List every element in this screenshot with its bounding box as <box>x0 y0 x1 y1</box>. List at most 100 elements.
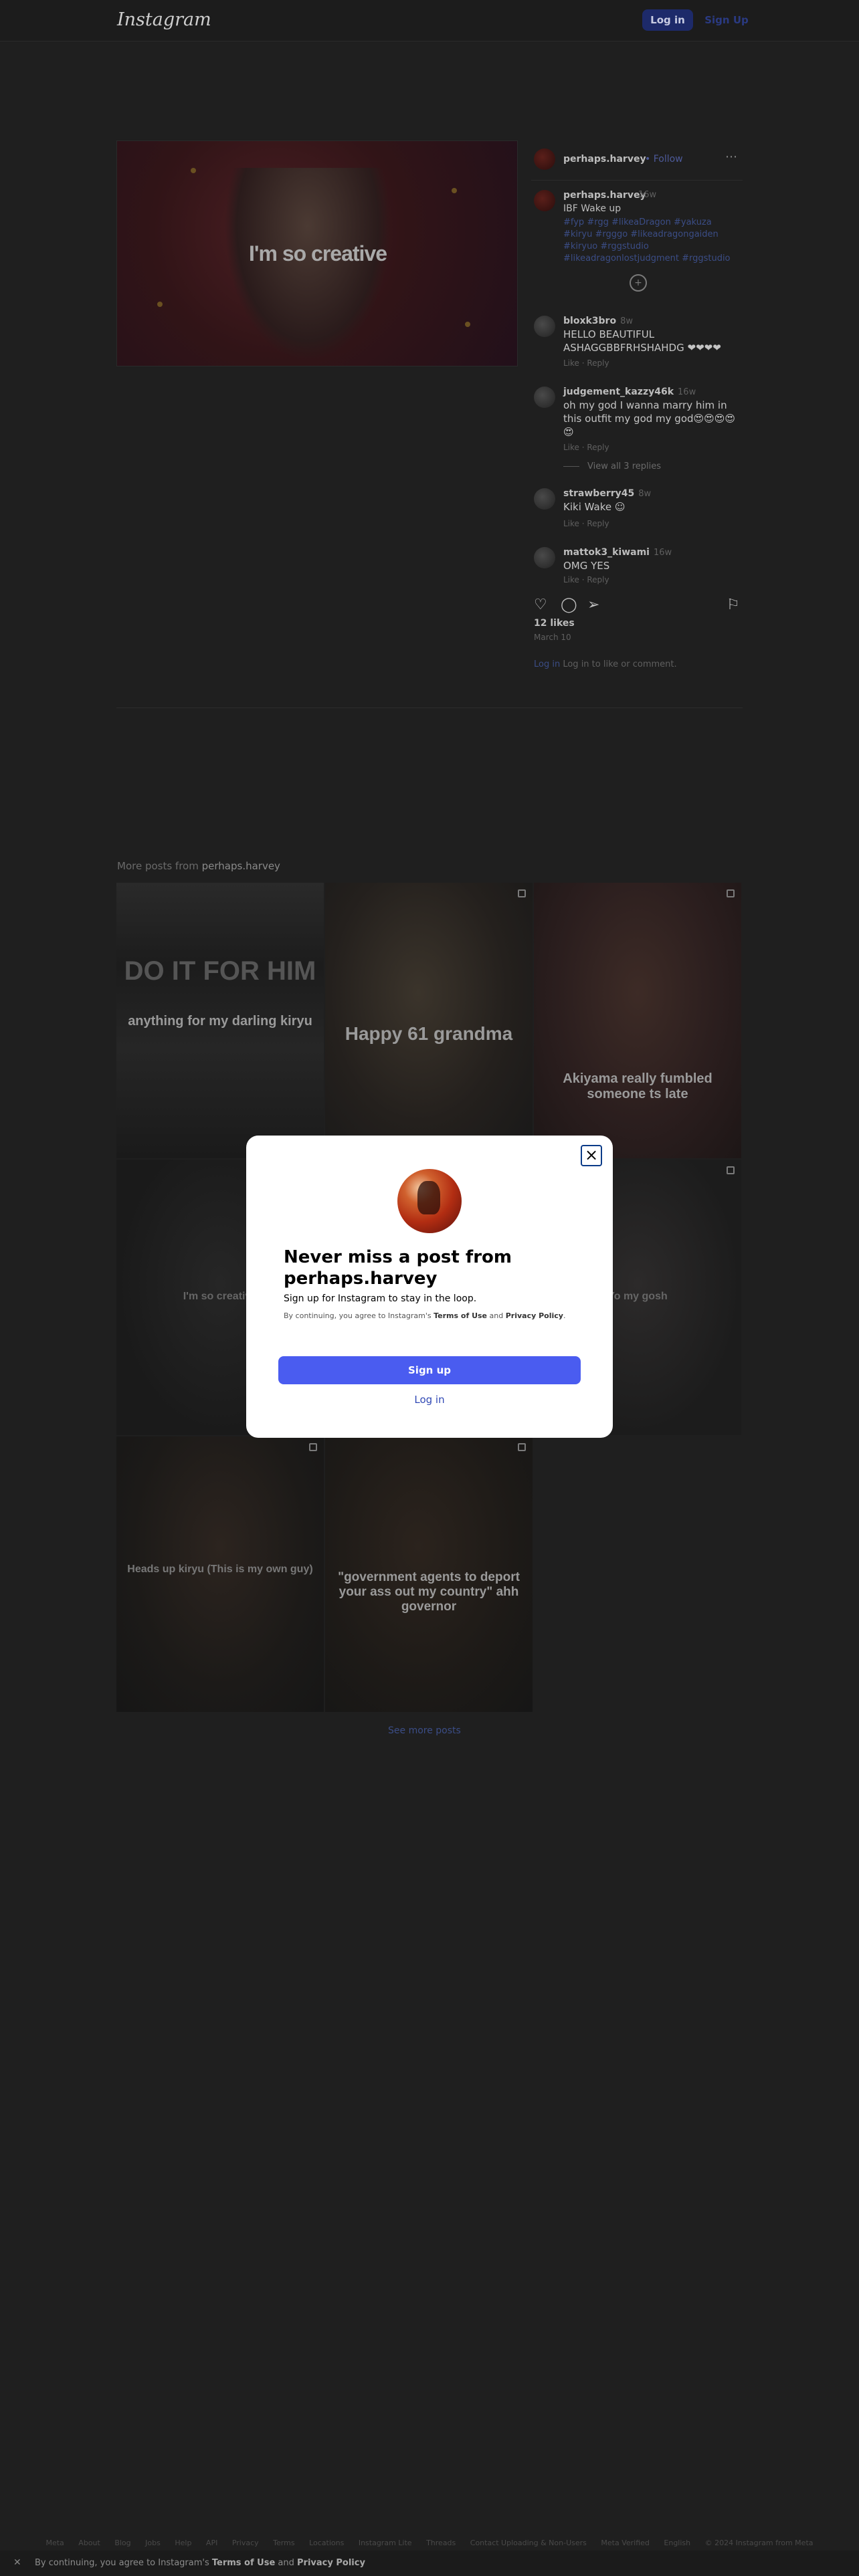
heart-icon[interactable]: ♡ <box>534 597 547 613</box>
close-icon[interactable]: ✕ <box>13 2557 21 2568</box>
share-icon[interactable]: ➢ <box>587 597 599 613</box>
sparkle-decoration <box>157 302 163 307</box>
thumbnail-caption: "government agents to deport your ass ou… <box>338 1570 520 1614</box>
comment-actions[interactable]: Like · Reply <box>563 443 609 452</box>
post-image-caption: I'm so creative <box>248 241 387 265</box>
modal-terms-link[interactable]: Terms of Use <box>434 1311 487 1320</box>
modal-terms: By continuing, you agree to Instagram's … <box>284 1311 566 1320</box>
privacy-link[interactable]: Privacy Policy <box>297 2558 365 2568</box>
commenter-avatar[interactable] <box>534 387 555 408</box>
comment-time: 16w <box>678 387 696 397</box>
footer-link[interactable]: Instagram Lite <box>359 2539 412 2547</box>
footer-link[interactable]: API <box>206 2539 217 2547</box>
post-card: I'm so creative perhaps.harvey • Follow … <box>116 140 743 669</box>
multiple-photos-icon <box>518 1443 526 1451</box>
thumbnail-caption: Heads up kiryu (This is my own guy) <box>127 1564 313 1575</box>
footer-link[interactable]: Terms <box>273 2539 294 2547</box>
load-more-comments-icon[interactable]: + <box>630 274 647 292</box>
follow-label: Follow <box>653 154 683 165</box>
commenter-username[interactable]: strawberry45 8w <box>563 488 651 499</box>
comment-time: 8w <box>638 489 652 499</box>
thumbnail-header-text: DO IT FOR HIM <box>124 956 316 986</box>
multiple-photos-icon <box>518 889 526 897</box>
post-image[interactable]: I'm so creative <box>116 140 518 366</box>
post-header: perhaps.harvey • Follow ⋯ <box>531 140 743 181</box>
post-date: March 10 <box>534 633 571 642</box>
header-login-button[interactable]: Log in <box>642 9 693 31</box>
login-hint-link[interactable]: Log in <box>534 659 560 669</box>
language-selector[interactable]: English <box>664 2539 690 2547</box>
caption-avatar[interactable] <box>534 190 555 211</box>
comment-icon[interactable]: ◯ <box>561 597 577 613</box>
comment-time: 8w <box>620 316 633 326</box>
thumbnail-caption: Happy 61 grandma <box>345 1023 513 1044</box>
header-signup-link[interactable]: Sign Up <box>701 9 752 31</box>
instagram-logo[interactable]: Instagram <box>117 9 211 30</box>
more-horizontal-icon[interactable]: ⋯ <box>725 150 737 164</box>
comment-actions[interactable]: Like · Reply <box>563 575 609 584</box>
comment-text: HELLO BEAUTIFUL ASHAGGBBFRHSHAHDG ❤❤❤❤ <box>563 328 721 354</box>
footer-links: Meta About Blog Jobs Help API Privacy Te… <box>0 2539 859 2547</box>
commenter-username[interactable]: mattok3_kiwami 16w <box>563 547 672 558</box>
comment-time: 16w <box>653 548 672 558</box>
footer-link[interactable]: Help <box>175 2539 191 2547</box>
terms-link[interactable]: Terms of Use <box>212 2558 275 2568</box>
bookmark-icon[interactable]: ⚐ <box>727 597 740 613</box>
multiple-photos-icon <box>727 1166 735 1174</box>
commenter-avatar[interactable] <box>534 316 555 337</box>
top-navigation-bar: Instagram Log in Sign Up <box>0 0 859 41</box>
caption-time: 16w <box>638 190 657 200</box>
post-thumbnail[interactable]: Akiyama really fumbled someone ts late <box>534 883 741 1158</box>
footer-link[interactable]: About <box>78 2539 100 2547</box>
footer-link[interactable]: Meta <box>45 2539 64 2547</box>
comment-text: Kiki Wake ☺ <box>563 501 626 513</box>
footer-link[interactable]: Threads <box>426 2539 456 2547</box>
commenter-username[interactable]: judgement_kazzy46k 16w <box>563 387 696 397</box>
multiple-photos-icon <box>309 1443 317 1451</box>
sparkle-decoration <box>465 322 470 327</box>
footer-link[interactable]: Meta Verified <box>601 2539 650 2547</box>
more-posts-heading: More posts from perhaps.harvey <box>117 860 280 872</box>
comment-text: oh my god I wanna marry him in this outf… <box>563 399 736 438</box>
post-actions: ♡ ◯ ➢ ⚐ <box>531 593 743 619</box>
view-replies-link[interactable]: View all 3 replies <box>563 461 661 471</box>
post-thumbnail[interactable]: Heads up kiryu (This is my own guy) <box>116 1436 324 1712</box>
signup-button[interactable]: Sign up <box>278 1356 581 1384</box>
footer-link[interactable]: Jobs <box>145 2539 161 2547</box>
comment-text: OMG YES <box>563 560 610 572</box>
footer-link[interactable]: Blog <box>114 2539 130 2547</box>
modal-privacy-link[interactable]: Privacy Policy <box>506 1311 563 1320</box>
author-avatar[interactable] <box>534 148 555 170</box>
footer-link[interactable]: Locations <box>309 2539 344 2547</box>
caption-text: IBF Wake up <box>563 203 622 214</box>
comment-actions[interactable]: Like · Reply <box>563 519 609 528</box>
modal-subtitle: Sign up for Instagram to stay in the loo… <box>284 1293 477 1304</box>
footer-link[interactable]: Privacy <box>232 2539 259 2547</box>
comment-actions[interactable]: Like · Reply <box>563 358 609 368</box>
author-username[interactable]: perhaps.harvey <box>563 154 646 165</box>
cookie-text: By continuing, you agree to Instagram's … <box>35 2558 365 2568</box>
more-posts-username[interactable]: perhaps.harvey <box>202 860 280 872</box>
close-icon[interactable]: × <box>581 1145 602 1166</box>
signup-modal: × Never miss a post from perhaps.harvey … <box>246 1136 613 1438</box>
copyright: © 2024 Instagram from Meta <box>704 2539 814 2547</box>
login-hint-text: Log in to like or comment. <box>563 659 677 669</box>
commenter-avatar[interactable] <box>534 488 555 510</box>
login-link[interactable]: Log in <box>246 1394 613 1406</box>
commenter-avatar[interactable] <box>534 547 555 568</box>
footer-link[interactable]: Contact Uploading & Non-Users <box>470 2539 587 2547</box>
post-thumbnail[interactable]: DO IT FOR HIM anything for my darling ki… <box>116 883 324 1158</box>
multiple-photos-icon <box>727 889 735 897</box>
follow-button[interactable]: • Follow <box>645 154 683 165</box>
commenter-username[interactable]: bloxk3bro 8w <box>563 316 633 326</box>
thumbnail-caption: Akiyama really fumbled someone ts late <box>563 1071 712 1101</box>
caption-username[interactable]: perhaps.harvey <box>563 190 646 201</box>
like-count[interactable]: 12 likes <box>534 618 575 629</box>
post-thumbnail[interactable]: Happy 61 grandma <box>325 883 533 1158</box>
sparkle-decoration <box>191 168 196 173</box>
profile-avatar <box>397 1169 462 1233</box>
post-thumbnail[interactable]: "government agents to deport your ass ou… <box>325 1436 533 1712</box>
sparkle-decoration <box>452 188 457 193</box>
caption-hashtags[interactable]: #fyp #rgg #likeaDragon #yakuza #kiryu #r… <box>563 217 743 265</box>
see-more-posts-link[interactable]: See more posts <box>388 1725 461 1736</box>
